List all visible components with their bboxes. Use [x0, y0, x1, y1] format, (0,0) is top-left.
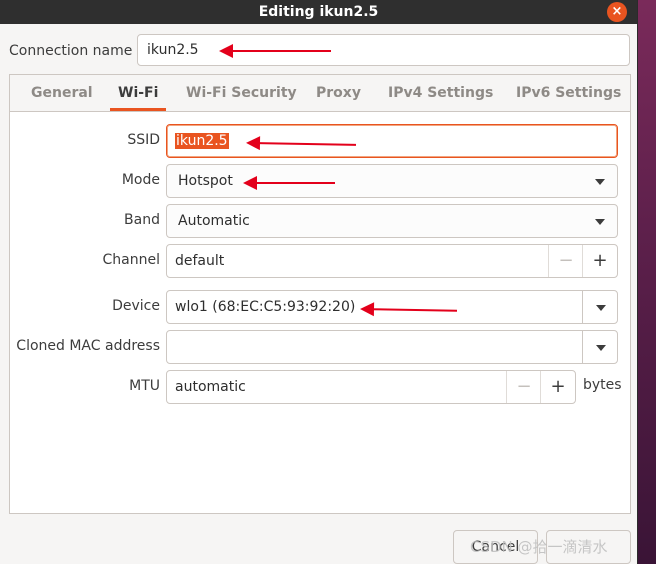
channel-increment-button[interactable]: + [582, 245, 617, 277]
csdn-watermark: CSDN @拾一滴清水 [470, 538, 608, 556]
chevron-down-icon [595, 219, 605, 225]
cloned-mac-dropdown-button[interactable] [582, 331, 617, 363]
ssid-label: SSID [127, 132, 160, 148]
device-dropdown-button[interactable] [582, 291, 617, 323]
cloned-mac-combo-entry[interactable] [166, 330, 618, 364]
mtu-spinbutton[interactable]: automatic − + [166, 370, 576, 404]
band-value: Automatic [178, 213, 250, 229]
tab-ipv6-settings[interactable]: IPv6 Settings [508, 75, 629, 111]
mtu-unit-label: bytes [583, 377, 622, 393]
band-label: Band [124, 212, 160, 228]
chevron-down-icon [596, 345, 606, 351]
channel-label: Channel [102, 252, 160, 268]
chevron-down-icon [595, 179, 605, 185]
annotation-arrow [219, 44, 331, 58]
close-icon: × [611, 4, 623, 19]
channel-value: default [175, 253, 225, 269]
annotation-arrow [243, 176, 335, 190]
dialog-window: Editing ikun2.5 × Connection name ikun2.… [0, 0, 637, 564]
ssid-input[interactable]: ikun2.5 [166, 124, 618, 158]
channel-spinbutton[interactable]: default − + [166, 244, 618, 278]
tab-wifi-security[interactable]: Wi-Fi Security [178, 75, 305, 111]
chevron-down-icon [596, 305, 606, 311]
window-title: Editing ikun2.5 [258, 4, 379, 20]
connection-name-value: ikun2.5 [147, 42, 199, 58]
device-value: wlo1 (68:EC:C5:93:92:20) [175, 299, 356, 315]
tab-general[interactable]: General [23, 75, 101, 111]
ssid-value: ikun2.5 [175, 133, 229, 149]
tab-ipv4-settings[interactable]: IPv4 Settings [380, 75, 501, 111]
tab-proxy[interactable]: Proxy [308, 75, 369, 111]
tab-bar: General Wi-Fi Wi-Fi Security Proxy IPv4 … [10, 75, 630, 112]
channel-decrement-button[interactable]: − [548, 245, 583, 277]
device-label: Device [112, 298, 160, 314]
mode-label: Mode [121, 172, 160, 188]
tab-wifi[interactable]: Wi-Fi [110, 75, 167, 111]
band-dropdown[interactable]: Automatic [166, 204, 618, 238]
mtu-value: automatic [175, 379, 246, 395]
mode-dropdown[interactable]: Hotspot [166, 164, 618, 198]
mtu-increment-button[interactable]: + [540, 371, 575, 403]
cloned-mac-label: Cloned MAC address [16, 338, 160, 354]
mtu-label: MTU [129, 378, 160, 394]
device-combo-entry[interactable]: wlo1 (68:EC:C5:93:92:20) [166, 290, 618, 324]
mode-value: Hotspot [178, 173, 233, 189]
connection-name-input[interactable]: ikun2.5 [137, 34, 630, 66]
mtu-decrement-button[interactable]: − [506, 371, 541, 403]
close-button[interactable]: × [607, 2, 627, 22]
title-bar: Editing ikun2.5 × [0, 0, 637, 24]
connection-name-label: Connection name [9, 43, 133, 59]
